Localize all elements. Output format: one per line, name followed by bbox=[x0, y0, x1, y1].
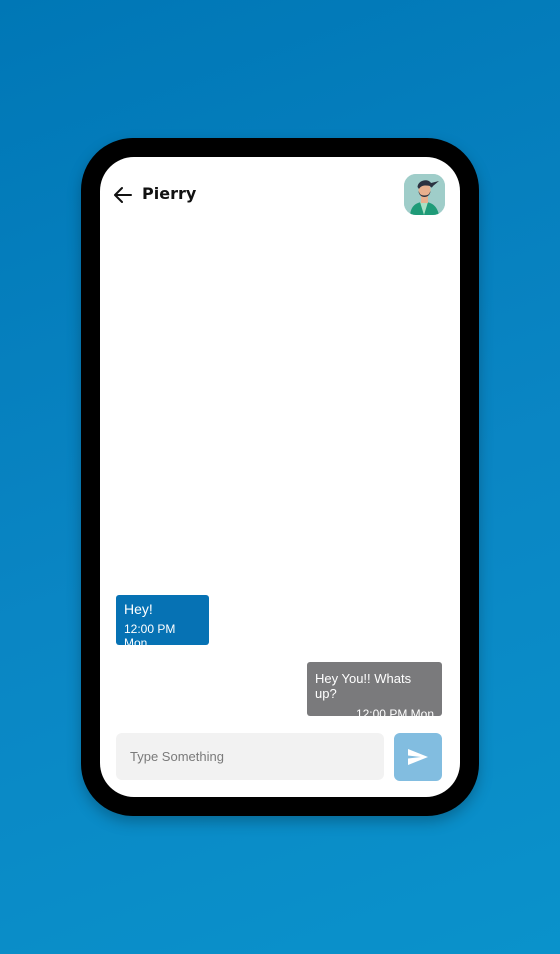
user-avatar-icon bbox=[404, 174, 445, 215]
chat-header: Pierry bbox=[100, 157, 460, 233]
send-icon bbox=[408, 749, 428, 765]
message-time: 12:00 PM Mon bbox=[124, 622, 176, 650]
outgoing-message: Hey You!! Whats up? 12:00 PM Mon bbox=[307, 662, 442, 721]
arrow-left-icon bbox=[114, 187, 132, 203]
send-button[interactable] bbox=[394, 733, 442, 781]
message-time: 12:00 PM Mon bbox=[355, 707, 434, 721]
back-button[interactable] bbox=[112, 184, 134, 206]
message-text: Hey You!! Whats up? bbox=[315, 671, 412, 701]
phone-frame: Pierry Hey! 12:00 PM Mon Hey You!! Whats… bbox=[81, 138, 479, 816]
chat-screen: Pierry Hey! 12:00 PM Mon Hey You!! Whats… bbox=[100, 157, 460, 797]
message-input[interactable] bbox=[116, 733, 384, 780]
avatar[interactable] bbox=[404, 174, 445, 215]
contact-name: Pierry bbox=[142, 184, 197, 203]
incoming-message: Hey! 12:00 PM Mon bbox=[116, 595, 209, 650]
message-text: Hey! bbox=[124, 601, 153, 617]
